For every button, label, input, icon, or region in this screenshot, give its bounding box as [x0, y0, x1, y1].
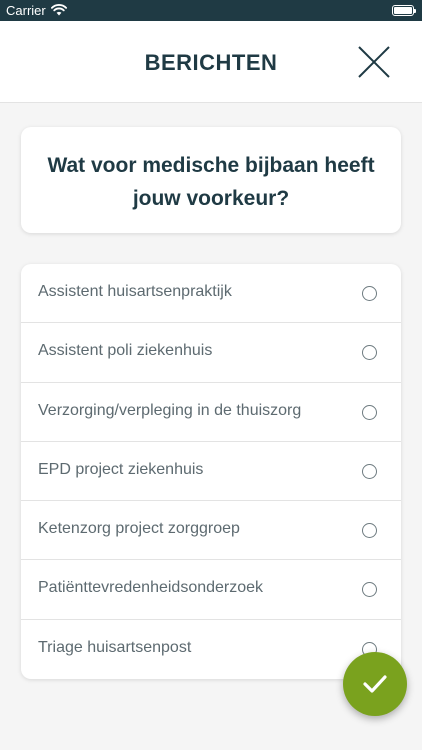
option-verzorging-verpleging-thuiszorg[interactable]: Verzorging/verpleging in de thuiszorg	[21, 383, 401, 442]
header: BERICHTEN	[0, 21, 422, 103]
option-label: Assistent huisartsenpraktijk	[38, 283, 232, 300]
wifi-icon	[51, 4, 67, 16]
option-patienttevredenheidsonderzoek[interactable]: Patiënttevredenheidsonderzoek	[21, 560, 401, 620]
radio-button[interactable]	[362, 582, 377, 598]
status-bar: Carrier	[0, 0, 422, 21]
radio-button[interactable]	[362, 404, 377, 420]
radio-button[interactable]	[362, 345, 377, 361]
question-card: Wat voor medische bijbaan heeft jouw voo…	[21, 127, 401, 233]
option-triage-huisartsenpost[interactable]: Triage huisartsenpost	[21, 620, 401, 679]
radio-button[interactable]	[362, 286, 377, 301]
option-label: Ketenzorg project zorggroep	[38, 520, 240, 538]
option-label: EPD project ziekenhuis	[38, 460, 204, 478]
option-label: Triage huisartsenpost	[38, 638, 192, 656]
option-assistent-poli-ziekenhuis[interactable]: Assistent poli ziekenhuis	[21, 323, 401, 383]
submit-button[interactable]	[343, 652, 407, 716]
option-label: Assistent poli ziekenhuis	[38, 342, 213, 360]
close-button[interactable]	[357, 45, 391, 79]
option-ketenzorg-project-zorggroep[interactable]: Ketenzorg project zorggroep	[21, 501, 401, 561]
close-icon	[358, 46, 390, 78]
options-list: Assistent huisartsenpraktijk Assistent p…	[21, 264, 401, 680]
radio-button[interactable]	[362, 463, 377, 479]
question-text: Wat voor medische bijbaan heeft jouw voo…	[47, 154, 375, 210]
battery-icon	[392, 5, 416, 16]
option-label: Patiënttevredenheidsonderzoek	[38, 579, 264, 597]
radio-button[interactable]	[362, 523, 377, 539]
option-label: Verzorging/verpleging in de thuiszorg	[38, 401, 302, 419]
option-assistent-huisartsenpraktijk[interactable]: Assistent huisartsenpraktijk	[21, 264, 401, 324]
carrier-label: Carrier	[6, 3, 46, 18]
checkmark-icon	[363, 675, 387, 693]
option-epd-project-ziekenhuis[interactable]: EPD project ziekenhuis	[21, 442, 401, 502]
